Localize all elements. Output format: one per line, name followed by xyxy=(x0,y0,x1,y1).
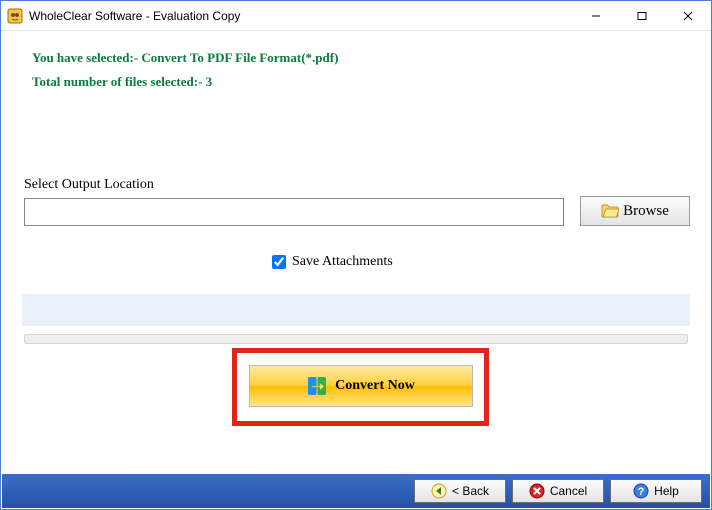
title-bar: WholeClear Software - Evaluation Copy xyxy=(1,1,711,31)
help-button[interactable]: ? Help xyxy=(610,479,702,503)
app-icon xyxy=(7,8,23,24)
convert-now-button[interactable]: Convert Now xyxy=(249,365,473,407)
main-content: You have selected:- Convert To PDF File … xyxy=(2,32,710,473)
selected-format-text: You have selected:- Convert To PDF File … xyxy=(32,50,338,66)
back-label: < Back xyxy=(452,484,489,498)
maximize-button[interactable] xyxy=(619,1,665,31)
convert-now-label: Convert Now xyxy=(335,378,415,394)
footer-bar: < Back Cancel ? Help xyxy=(2,474,710,508)
output-location-input[interactable] xyxy=(24,198,564,226)
file-count-text: Total number of files selected:- 3 xyxy=(32,74,212,90)
cancel-label: Cancel xyxy=(550,484,587,498)
status-strip xyxy=(22,294,690,326)
back-button[interactable]: < Back xyxy=(414,479,506,503)
convert-icon xyxy=(307,376,327,396)
cancel-button[interactable]: Cancel xyxy=(512,479,604,503)
save-attachments-option[interactable]: Save Attachments xyxy=(272,254,393,270)
output-location-label: Select Output Location xyxy=(24,177,154,193)
progress-bar xyxy=(24,334,688,344)
save-attachments-checkbox[interactable] xyxy=(272,255,286,269)
folder-icon xyxy=(601,204,619,218)
back-icon xyxy=(431,483,447,499)
help-icon: ? xyxy=(633,483,649,499)
close-button[interactable] xyxy=(665,1,711,31)
browse-button[interactable]: Browse xyxy=(580,196,690,226)
save-attachments-label: Save Attachments xyxy=(292,254,393,270)
window-title: WholeClear Software - Evaluation Copy xyxy=(29,9,240,23)
help-label: Help xyxy=(654,484,679,498)
cancel-icon xyxy=(529,483,545,499)
minimize-button[interactable] xyxy=(573,1,619,31)
svg-text:?: ? xyxy=(638,486,645,498)
browse-label: Browse xyxy=(623,203,669,220)
